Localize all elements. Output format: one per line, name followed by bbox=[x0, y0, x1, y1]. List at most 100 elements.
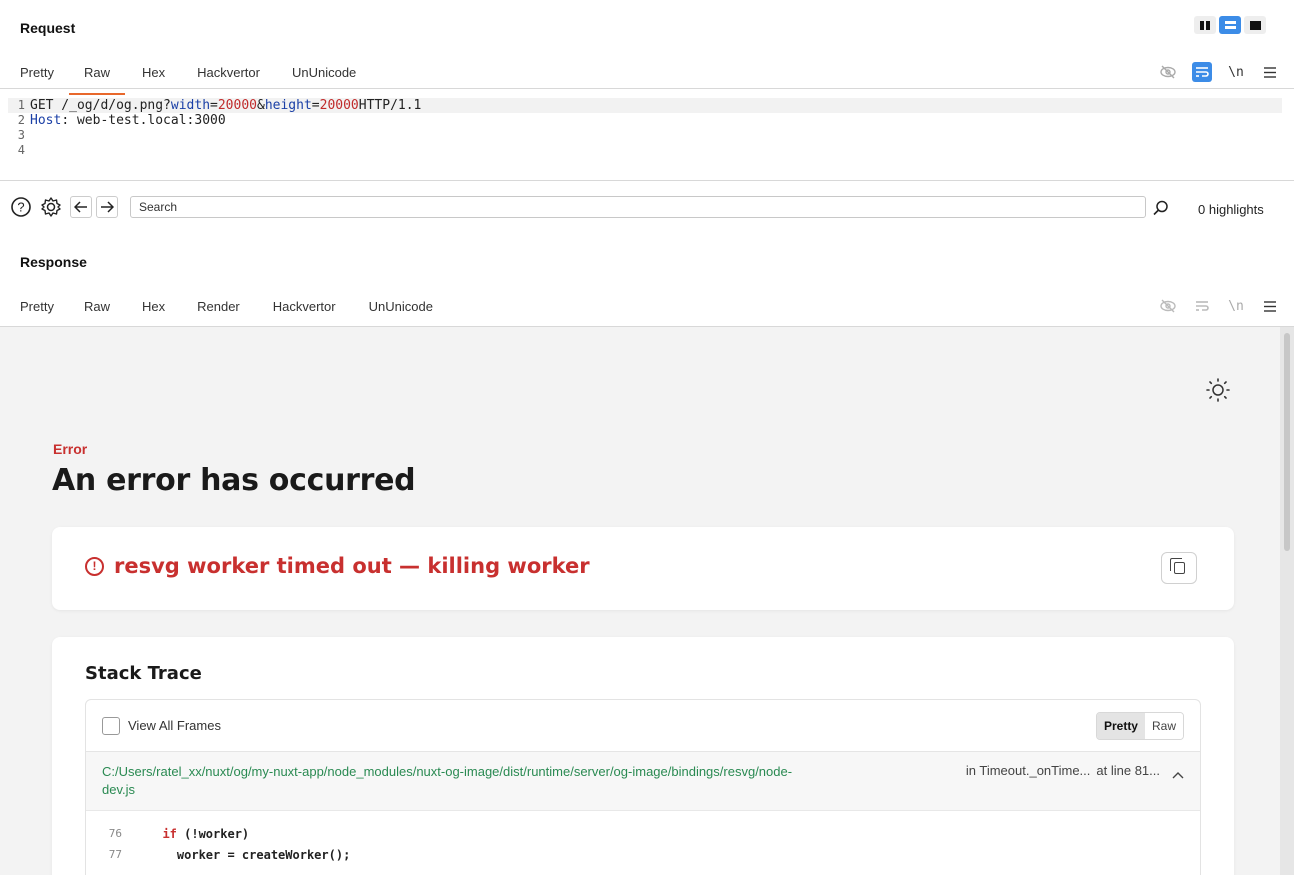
request-toolbar: \n bbox=[1158, 62, 1280, 82]
response-tab-raw[interactable]: Raw bbox=[84, 299, 110, 320]
view-mode-pretty-button[interactable]: Pretty bbox=[1096, 712, 1145, 739]
code-line-number: 77 bbox=[108, 848, 122, 861]
hide-nonprintable-icon[interactable] bbox=[1158, 296, 1178, 316]
chevron-up-icon[interactable] bbox=[1172, 767, 1184, 782]
request-tabs: Pretty Raw Hex Hackvertor UnUnicode bbox=[20, 65, 388, 95]
render-scrollbar[interactable] bbox=[1280, 327, 1294, 875]
search-toolbar: ? bbox=[10, 196, 1146, 218]
view-mode-toggle: Pretty Raw bbox=[1095, 711, 1184, 740]
param-value: 20000 bbox=[319, 98, 359, 113]
view-all-frames-checkbox[interactable] bbox=[102, 716, 120, 735]
settings-gear-icon[interactable] bbox=[40, 196, 62, 218]
copy-button[interactable] bbox=[1161, 552, 1197, 584]
param-eq: = bbox=[311, 98, 320, 113]
frame-function: in Timeout._onTime... bbox=[965, 763, 1091, 778]
newline-icon[interactable]: \n bbox=[1226, 296, 1246, 316]
editor-line: 3 bbox=[8, 128, 1282, 143]
code-line: 77 worker = createWorker(); bbox=[86, 844, 1200, 865]
help-icon[interactable]: ? bbox=[10, 196, 32, 218]
alert-circle-icon: ! bbox=[85, 556, 104, 576]
header-key: Host bbox=[30, 113, 62, 128]
frames-header: View All Frames Pretty Raw bbox=[86, 700, 1200, 752]
line-number: 3 bbox=[17, 128, 25, 142]
view-all-frames-label: View All Frames bbox=[128, 718, 221, 733]
line-number: 2 bbox=[17, 113, 25, 127]
error-title: An error has occurred bbox=[52, 463, 416, 498]
code-snippet: 76 if (!worker) 77 worker = createWorker… bbox=[86, 811, 1200, 865]
code-rest: worker = createWorker(); bbox=[176, 847, 351, 862]
layout-toggle[interactable] bbox=[1194, 16, 1266, 34]
stack-trace-card: Stack Trace View All Frames Pretty Raw C… bbox=[52, 637, 1234, 875]
request-tab-ununicode[interactable]: UnUnicode bbox=[292, 65, 356, 86]
menu-icon[interactable] bbox=[1260, 62, 1280, 82]
response-toolbar: \n bbox=[1158, 296, 1280, 316]
header-value: web-test.local:3000 bbox=[76, 113, 226, 128]
view-all-frames-toggle[interactable]: View All Frames bbox=[102, 716, 221, 735]
request-title: Request bbox=[20, 20, 76, 36]
code-line-number: 76 bbox=[108, 827, 122, 840]
layout-tabbed-button[interactable] bbox=[1244, 16, 1266, 34]
response-tab-hex[interactable]: Hex bbox=[142, 299, 165, 320]
response-tab-ununicode[interactable]: UnUnicode bbox=[369, 299, 433, 320]
search-icon[interactable] bbox=[1153, 200, 1169, 219]
header-sep: : bbox=[61, 113, 77, 128]
hide-nonprintable-icon[interactable] bbox=[1158, 62, 1178, 82]
line-number: 4 bbox=[17, 143, 25, 157]
response-tab-pretty[interactable]: Pretty bbox=[20, 299, 54, 320]
arrow-left-icon[interactable] bbox=[70, 196, 92, 218]
tabs-divider bbox=[0, 88, 1294, 89]
request-tab-raw[interactable]: Raw bbox=[68, 65, 126, 95]
error-message-card: ! resvg worker timed out — killing worke… bbox=[52, 527, 1234, 610]
layout-stacked-button[interactable] bbox=[1219, 16, 1241, 34]
svg-text:?: ? bbox=[17, 200, 24, 215]
request-line-method: GET /_og/d/og.png? bbox=[30, 98, 171, 113]
response-tab-hackvertor[interactable]: Hackvertor bbox=[273, 299, 336, 320]
editor-line: 1 GET /_og/d/og.png? width = 20000 & height = 2… bbox=[8, 98, 1282, 113]
code-line: 76 if (!worker) bbox=[86, 823, 1200, 844]
line-number: 1 bbox=[17, 98, 25, 112]
stack-trace-title: Stack Trace bbox=[85, 663, 202, 684]
stack-frame[interactable]: C:/Users/ratel_xx/nuxt/og/my-nuxt-app/no… bbox=[86, 752, 1200, 811]
response-tabs: Pretty Raw Hex Render Hackvertor UnUnico… bbox=[20, 299, 465, 329]
request-tab-hackvertor[interactable]: Hackvertor bbox=[197, 65, 260, 86]
newline-icon[interactable]: \n bbox=[1226, 62, 1246, 82]
param-key: height bbox=[264, 98, 312, 113]
layout-side-by-side-button[interactable] bbox=[1194, 16, 1216, 34]
code-keyword: if bbox=[162, 826, 177, 841]
editor-divider bbox=[0, 180, 1294, 181]
editor-line: 2 Host: web-test.local:3000 bbox=[8, 113, 1282, 128]
response-title: Response bbox=[20, 254, 87, 270]
render-view: Error An error has occurred ! resvg work… bbox=[0, 327, 1294, 875]
response-tab-render[interactable]: Render bbox=[182, 299, 255, 329]
frame-line: at line 81... bbox=[1096, 763, 1160, 778]
scrollbar-thumb[interactable] bbox=[1284, 333, 1290, 551]
frame-file-path[interactable]: C:/Users/ratel_xx/nuxt/og/my-nuxt-app/no… bbox=[102, 763, 802, 799]
copy-icon bbox=[1169, 558, 1185, 574]
frame-meta: in Timeout._onTime... at line 81... bbox=[966, 763, 1184, 799]
error-label: Error bbox=[53, 441, 88, 457]
code-line-text: if (!worker) bbox=[122, 827, 249, 841]
param-amp: & bbox=[257, 98, 265, 113]
search-input[interactable] bbox=[130, 196, 1146, 218]
request-tab-pretty[interactable]: Pretty bbox=[20, 65, 54, 86]
error-message-text: resvg worker timed out — killing worker bbox=[114, 554, 590, 578]
request-line-protocol: HTTP/1.1 bbox=[358, 98, 422, 113]
error-message: ! resvg worker timed out — killing worke… bbox=[85, 554, 590, 578]
request-tab-hex[interactable]: Hex bbox=[142, 65, 165, 86]
view-mode-raw-button[interactable]: Raw bbox=[1144, 712, 1183, 739]
editor-line: 4 bbox=[8, 143, 1282, 158]
word-wrap-icon[interactable] bbox=[1192, 62, 1212, 82]
code-line-text: worker = createWorker(); bbox=[122, 848, 350, 862]
theme-sun-icon[interactable] bbox=[1205, 377, 1231, 406]
menu-icon[interactable] bbox=[1260, 296, 1280, 316]
request-editor[interactable]: 1 GET /_og/d/og.png? width = 20000 & height = 2… bbox=[8, 98, 1282, 158]
code-rest: (!worker) bbox=[176, 826, 250, 841]
param-value: 20000 bbox=[217, 98, 257, 113]
word-wrap-icon[interactable] bbox=[1192, 296, 1212, 316]
arrow-right-icon[interactable] bbox=[96, 196, 118, 218]
param-key: width bbox=[170, 98, 211, 113]
param-eq: = bbox=[210, 98, 218, 113]
frames-panel: View All Frames Pretty Raw C:/Users/rate… bbox=[85, 699, 1201, 875]
